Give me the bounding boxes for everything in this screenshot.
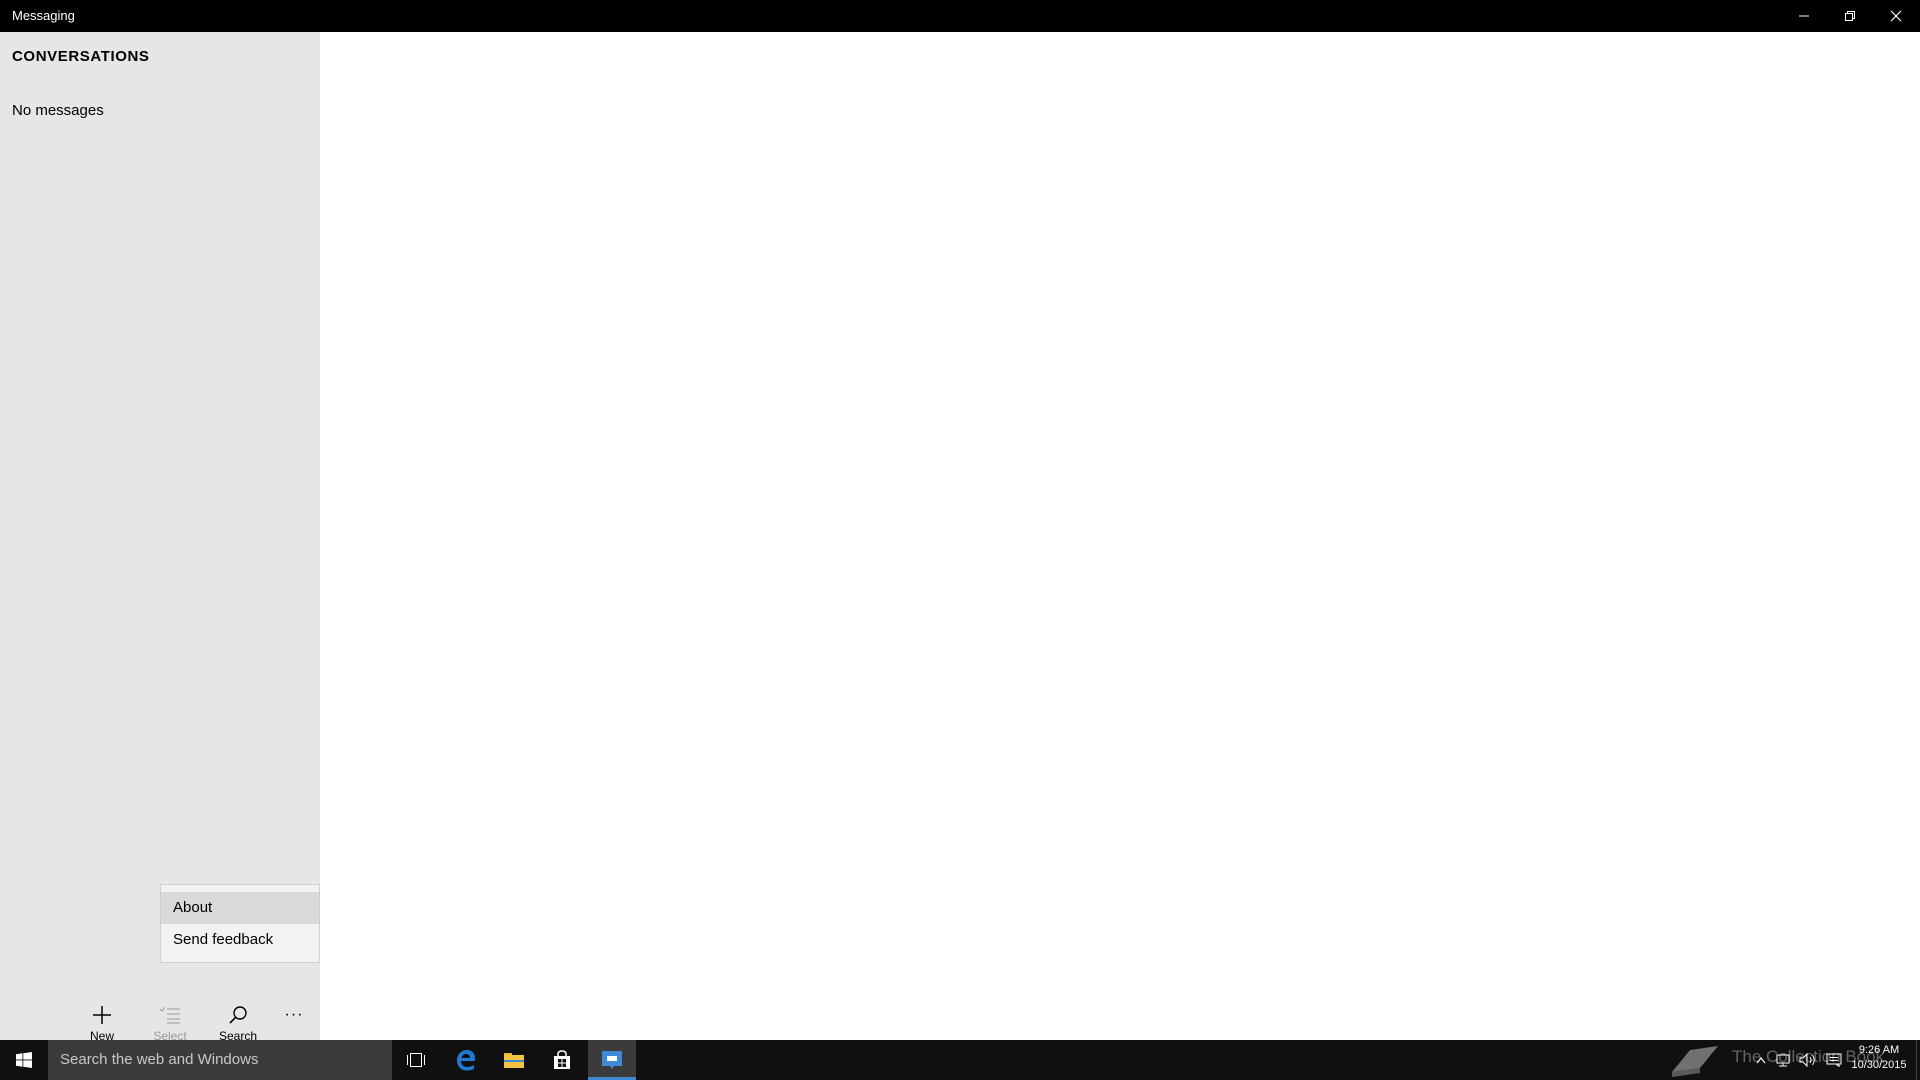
chevron-up-icon	[1756, 1057, 1766, 1064]
start-button[interactable]	[0, 1040, 48, 1080]
minimize-icon	[1799, 15, 1809, 17]
file-explorer-icon	[504, 1053, 524, 1068]
restore-icon	[1845, 11, 1855, 21]
clock-time: 9:26 AM	[1858, 1044, 1900, 1056]
conversations-heading: CONVERSATIONS	[12, 48, 150, 65]
more-icon: ···	[284, 1006, 304, 1023]
edge-icon	[457, 1050, 475, 1071]
empty-state-text: No messages	[12, 102, 104, 119]
task-view-button[interactable]	[392, 1040, 440, 1080]
restore-button[interactable]	[1827, 0, 1873, 32]
volume-icon	[1799, 1053, 1815, 1067]
action-center-button[interactable]	[1822, 1040, 1846, 1080]
window-title: Messaging	[12, 8, 75, 23]
messaging-icon	[602, 1051, 622, 1069]
windows-logo-icon	[16, 1052, 32, 1068]
messaging-taskbar-button[interactable]	[588, 1040, 636, 1080]
more-options-menu: About Send feedback	[160, 884, 320, 963]
close-button[interactable]	[1873, 0, 1919, 32]
minimize-button[interactable]	[1781, 0, 1827, 32]
store-icon	[554, 1050, 570, 1069]
menu-item-send-feedback[interactable]: Send feedback	[161, 924, 319, 956]
show-hidden-icons-button[interactable]	[1752, 1040, 1770, 1080]
plus-icon	[93, 1006, 111, 1024]
title-bar: Messaging	[0, 0, 1920, 32]
clock[interactable]: 9:26 AM 10/30/2015	[1846, 1043, 1912, 1073]
task-view-icon	[407, 1053, 425, 1067]
select-list-icon	[159, 1006, 180, 1024]
taskbar-search-input[interactable]: Search the web and Windows	[48, 1040, 392, 1080]
file-explorer-button[interactable]	[490, 1040, 538, 1080]
taskbar: Search the web and Windows The Collectio…	[0, 1040, 1920, 1080]
volume-button[interactable]	[1796, 1040, 1820, 1080]
menu-item-about[interactable]: About	[161, 892, 319, 924]
search-icon	[229, 1006, 247, 1024]
notification-icon	[1826, 1053, 1842, 1067]
close-icon	[1890, 10, 1902, 22]
store-button[interactable]	[538, 1040, 586, 1080]
book-icon	[1672, 1046, 1718, 1077]
conversation-content-area	[320, 32, 1920, 1040]
network-icon	[1776, 1054, 1790, 1067]
clock-date: 10/30/2015	[1851, 1059, 1907, 1071]
edge-button[interactable]	[442, 1040, 490, 1080]
network-button[interactable]	[1772, 1040, 1794, 1080]
show-desktop-button[interactable]	[1916, 1040, 1920, 1080]
